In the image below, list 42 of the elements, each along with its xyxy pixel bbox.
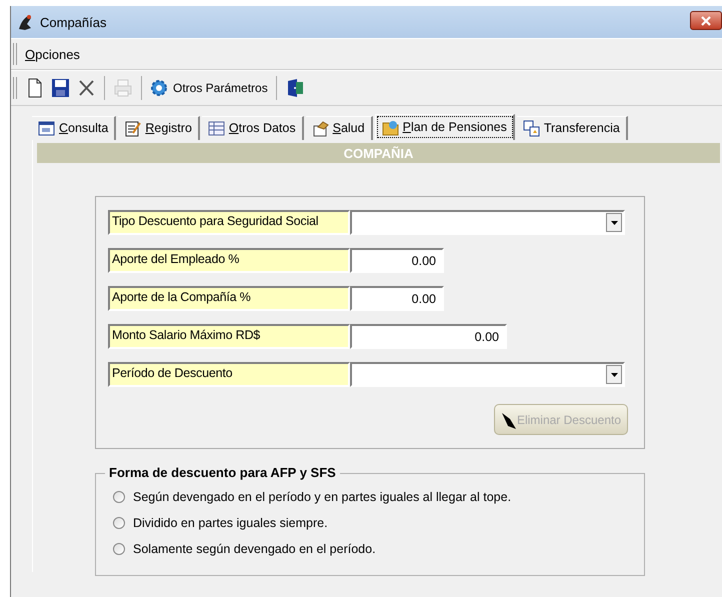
field-label: Período de Descuento [108, 362, 350, 387]
tab[interactable]: Consulta [32, 116, 116, 140]
field-label: Monto Salario Máximo RD$ [108, 324, 350, 349]
tab[interactable]: Registro [118, 116, 200, 140]
table-icon [208, 120, 225, 136]
printer-icon [113, 78, 133, 98]
field-label: Aporte de la Compañía % [108, 286, 350, 311]
radio-button[interactable] [113, 517, 125, 529]
folder-icon [382, 118, 399, 136]
option-label: Dividido en partes iguales siempre. [133, 516, 328, 530]
tab[interactable]: Otros Datos [202, 116, 304, 140]
number-field[interactable]: 0.00 [350, 286, 444, 311]
transfer-icon [522, 120, 540, 136]
tab[interactable]: Salud [306, 116, 373, 140]
menu-item[interactable]: Opciones [21, 44, 84, 64]
window-title: Compañías [40, 14, 106, 30]
radio-button[interactable] [113, 543, 125, 555]
document-icon [26, 78, 44, 98]
section-header: COMPAÑIA [37, 143, 720, 163]
option-label: Según devengado en el período y en partes iguales al llegar al tope. [133, 490, 512, 504]
option-label: Solamente según devengado en el período. [133, 542, 376, 556]
notepad-icon [124, 120, 142, 136]
dropdown-field[interactable] [350, 210, 625, 235]
window-icon [38, 120, 55, 136]
toolbar-button[interactable]: Otros Parámetros [148, 77, 270, 99]
tab[interactable]: Transferencia [516, 116, 628, 140]
radio-button[interactable] [113, 491, 125, 503]
delete-icon [77, 78, 96, 98]
close-icon [700, 14, 712, 26]
gear-icon [150, 79, 168, 97]
hand-document-icon [312, 120, 329, 136]
number-field[interactable]: 0.00 [350, 324, 507, 349]
field-label: Tipo Descuento para Seguridad Social [108, 210, 350, 235]
toolbar-save-button[interactable] [49, 76, 72, 100]
dropdown-arrow-icon [610, 372, 618, 376]
dropdown-field[interactable] [350, 362, 625, 387]
field-label: Aporte del Empleado % [108, 248, 350, 273]
close-button[interactable] [690, 11, 722, 30]
dropdown-arrow-icon [610, 220, 618, 224]
tab[interactable]: Plan de Pensiones [374, 114, 515, 140]
number-field[interactable]: 0.00 [350, 248, 444, 273]
group-title: Forma de descuento para AFP y SFS [105, 465, 340, 480]
